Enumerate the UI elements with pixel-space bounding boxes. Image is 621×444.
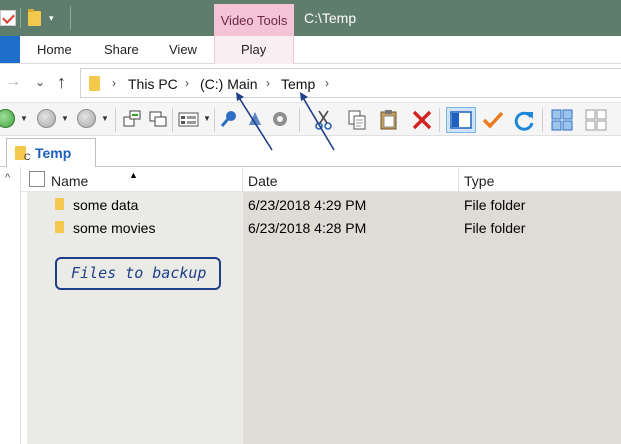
gray-circle-icon[interactable] bbox=[77, 109, 96, 128]
folder-tab-strip: C Temp bbox=[0, 136, 621, 167]
breadcrumb-chevron[interactable]: › bbox=[266, 76, 270, 90]
quick-access-dropdown-icon[interactable]: ▾ bbox=[49, 13, 54, 23]
breadcrumb-chevron[interactable]: › bbox=[185, 76, 189, 90]
window-title: C:\Temp bbox=[304, 10, 357, 26]
dropdown-arrow-icon[interactable]: ▼ bbox=[61, 115, 69, 123]
quick-access-divider bbox=[70, 6, 71, 30]
tab-temp[interactable]: C Temp bbox=[6, 138, 96, 167]
copy-icon[interactable] bbox=[347, 109, 367, 131]
toolbar-divider bbox=[172, 108, 173, 132]
folder-icon bbox=[55, 221, 64, 233]
select-all-checkbox[interactable] bbox=[29, 171, 45, 187]
scroll-up-icon[interactable]: ^ bbox=[5, 172, 10, 184]
new-window-icon[interactable] bbox=[122, 109, 142, 129]
view-mode-icon[interactable] bbox=[178, 109, 200, 129]
toolbar-divider bbox=[214, 108, 215, 132]
copy-window-icon[interactable] bbox=[148, 109, 168, 129]
file-type: File folder bbox=[464, 220, 526, 236]
dropdown-arrow-icon[interactable]: ▼ bbox=[20, 115, 28, 123]
toolbar: ▼ ▼ ▼ ▼ bbox=[0, 102, 621, 136]
column-divider[interactable] bbox=[242, 167, 243, 192]
tab-view[interactable]: View bbox=[169, 42, 197, 57]
toolbar-divider bbox=[299, 108, 300, 132]
folder-icon bbox=[55, 198, 64, 210]
column-header-date[interactable]: Date bbox=[248, 173, 278, 189]
green-go-icon[interactable] bbox=[0, 109, 15, 128]
drive-letter-badge: C bbox=[24, 152, 31, 162]
pin-icon[interactable] bbox=[219, 109, 239, 129]
preview-pane-icon bbox=[450, 111, 472, 129]
toolbar-divider bbox=[439, 108, 440, 132]
file-list: Name ▲ Date Type some data 6/23/2018 4:2… bbox=[21, 167, 621, 444]
checkmark-icon[interactable] bbox=[481, 109, 505, 131]
large-icons-icon[interactable] bbox=[551, 109, 573, 131]
navigation-bar: → ⌄ ↑ › This PC › (C:) Main › Temp › bbox=[0, 64, 621, 102]
table-row[interactable]: some data 6/23/2018 4:29 PM File folder bbox=[27, 193, 621, 216]
breadcrumb-this-pc[interactable]: This PC bbox=[128, 76, 178, 92]
tab-share[interactable]: Share bbox=[104, 42, 139, 57]
column-header-row: Name ▲ Date Type bbox=[21, 167, 621, 192]
cut-icon[interactable] bbox=[313, 109, 335, 131]
table-row[interactable]: some movies 6/23/2018 4:28 PM File folde… bbox=[27, 216, 621, 239]
file-type: File folder bbox=[464, 197, 526, 213]
navigation-pane-scrollbar[interactable]: ^ bbox=[0, 167, 21, 444]
quick-access-divider bbox=[20, 8, 21, 28]
address-bar[interactable]: › This PC › (C:) Main › Temp › bbox=[80, 68, 621, 98]
file-name: some data bbox=[73, 197, 139, 213]
sort-ascending-icon: ▲ bbox=[129, 170, 138, 180]
column-header-name[interactable]: Name bbox=[51, 173, 88, 189]
file-tab[interactable] bbox=[0, 36, 20, 63]
annotation-callout: Files to backup bbox=[55, 257, 221, 290]
delete-icon[interactable] bbox=[411, 109, 433, 131]
folder-icon bbox=[89, 76, 100, 91]
title-bar: ▾ Video Tools C:\Temp bbox=[0, 0, 621, 36]
folder-icon[interactable] bbox=[28, 9, 41, 26]
recent-locations-icon[interactable]: ⌄ bbox=[35, 75, 45, 89]
file-name: some movies bbox=[73, 220, 156, 236]
column-header-type[interactable]: Type bbox=[464, 173, 494, 189]
tab-play[interactable]: Play bbox=[241, 42, 266, 57]
toolbar-divider bbox=[115, 108, 116, 132]
file-date: 6/23/2018 4:28 PM bbox=[248, 220, 367, 236]
gray-circle-icon[interactable] bbox=[37, 109, 56, 128]
ribbon-tabs: Home Share View Play bbox=[0, 36, 621, 64]
dropdown-arrow-icon[interactable]: ▼ bbox=[101, 115, 109, 123]
tab-temp-label: Temp bbox=[35, 145, 72, 161]
breadcrumb-chevron[interactable]: › bbox=[112, 76, 116, 90]
up-arrow-icon[interactable]: ↑ bbox=[57, 72, 66, 92]
gear-icon[interactable] bbox=[270, 109, 290, 129]
column-divider[interactable] bbox=[458, 167, 459, 192]
refresh-icon[interactable] bbox=[512, 109, 536, 133]
file-date: 6/23/2018 4:29 PM bbox=[248, 197, 367, 213]
video-tools-context-tab: Video Tools bbox=[214, 4, 294, 36]
grid-icon[interactable] bbox=[585, 109, 607, 131]
bookmark-icon[interactable] bbox=[245, 109, 265, 129]
preview-pane-button[interactable] bbox=[446, 107, 476, 133]
breadcrumb-temp[interactable]: Temp bbox=[281, 76, 315, 92]
checkbox-icon[interactable] bbox=[0, 10, 16, 26]
toolbar-divider bbox=[542, 108, 543, 132]
breadcrumb-chevron[interactable]: › bbox=[325, 76, 329, 90]
breadcrumb-c-main[interactable]: (C:) Main bbox=[200, 76, 258, 92]
back-arrow-icon[interactable]: → bbox=[5, 73, 21, 91]
paste-icon[interactable] bbox=[379, 109, 399, 131]
dropdown-arrow-icon[interactable]: ▼ bbox=[203, 115, 211, 123]
tab-home[interactable]: Home bbox=[37, 42, 72, 57]
annotation-text: Files to backup bbox=[71, 264, 207, 282]
